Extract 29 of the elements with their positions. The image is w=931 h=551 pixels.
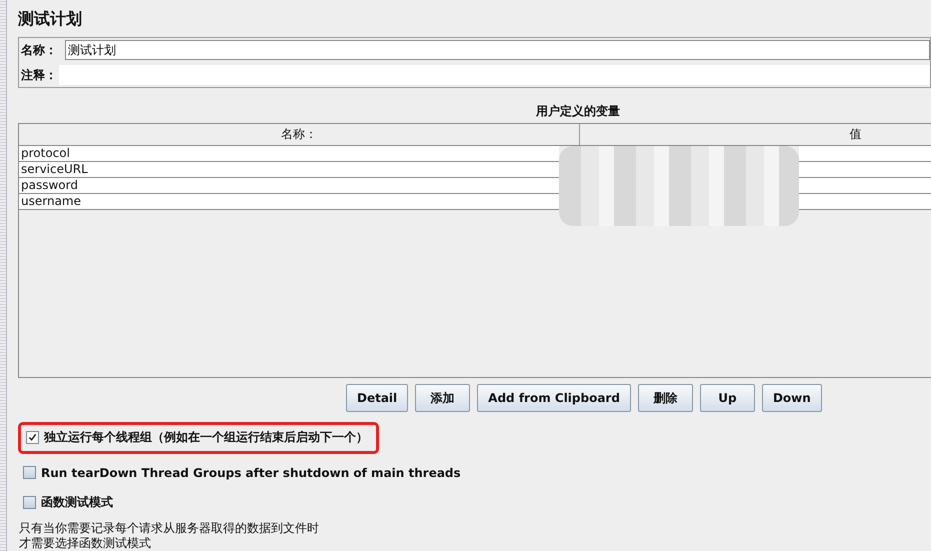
column-header[interactable]: 值 (580, 124, 931, 145)
table-button[interactable]: Up (700, 384, 755, 412)
note-text: 只有当你需要记录每个请求从服务器取得的数据到文件时 (19, 520, 320, 536)
table-cell[interactable] (799, 162, 931, 178)
panel-title: 测试计划 (18, 8, 83, 30)
column-header[interactable]: 名称： (19, 124, 580, 145)
table-button[interactable]: Detail (346, 384, 408, 412)
table-cell[interactable] (799, 194, 931, 210)
checkbox[interactable] (26, 431, 39, 444)
field-label: 注释： (21, 66, 58, 84)
checkbox-label: 函数测试模式 (41, 494, 113, 511)
table-button[interactable]: 删除 (638, 384, 693, 412)
checkbox[interactable] (23, 466, 36, 479)
table-cell[interactable]: serviceURL (19, 162, 559, 178)
table-button[interactable]: 添加 (415, 384, 470, 412)
table-button[interactable]: Add from Clipboard (477, 384, 631, 412)
table-cell[interactable] (799, 146, 931, 162)
table-cell[interactable]: protocol (19, 146, 559, 162)
table-cell[interactable]: username (19, 194, 559, 210)
section-title: 用户定义的变量 (535, 103, 621, 119)
table-cell[interactable]: password (19, 178, 559, 194)
checkbox[interactable] (23, 496, 36, 509)
name-field[interactable]: 测试计划 (65, 40, 930, 60)
note-text: 才需要选择函数测试模式 (19, 536, 152, 551)
checkbox-label: Run tearDown Thread Groups after shutdown of main threads (41, 466, 461, 480)
table-cell[interactable] (799, 178, 931, 194)
field-label: 名称： (21, 42, 58, 58)
table-button[interactable]: Down (762, 384, 822, 412)
checkbox-label: 独立运行每个线程组（例如在一个组运行结束后启动下一个） (44, 429, 368, 446)
